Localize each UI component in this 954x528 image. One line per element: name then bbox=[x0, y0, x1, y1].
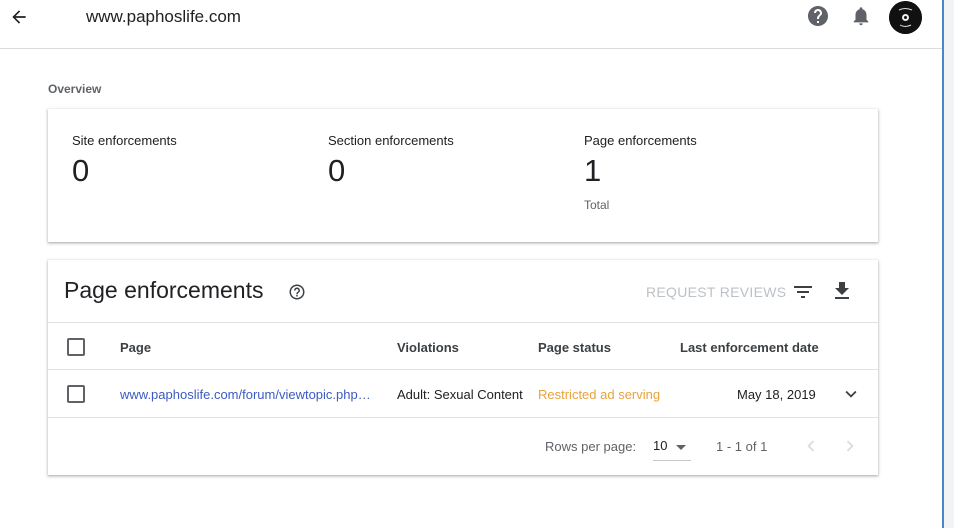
filter-button[interactable] bbox=[791, 280, 815, 304]
notifications-button[interactable] bbox=[849, 4, 873, 28]
help-outline-icon bbox=[289, 284, 305, 300]
page-enforcements-stat: Page enforcements 1 Total bbox=[584, 133, 697, 212]
stat-label: Site enforcements bbox=[72, 133, 177, 148]
next-page-button[interactable] bbox=[839, 435, 861, 457]
stat-value: 0 bbox=[328, 153, 346, 188]
rows-per-page-value: 10 bbox=[653, 438, 668, 453]
filter-list-icon bbox=[794, 286, 812, 298]
page-enforcements-title: Page enforcements bbox=[64, 277, 264, 303]
site-title: www.paphoslife.com bbox=[86, 7, 241, 26]
rows-per-page-select[interactable]: 10 bbox=[653, 437, 691, 461]
download-icon bbox=[835, 282, 849, 299]
bell-icon bbox=[853, 7, 869, 26]
select-all-checkbox[interactable] bbox=[67, 338, 85, 356]
violation-cell: Adult: Sexual Content bbox=[397, 387, 523, 402]
stat-label: Section enforcements bbox=[328, 133, 454, 148]
previous-page-button[interactable] bbox=[800, 435, 822, 457]
pagination-range: 1 - 1 of 1 bbox=[716, 439, 768, 454]
page-enforcements-card: Page enforcements REQUEST REVIEWS Page V… bbox=[48, 260, 878, 475]
column-header-page[interactable]: Page bbox=[120, 340, 151, 355]
column-header-last-enforcement-date[interactable]: Last enforcement date bbox=[680, 340, 819, 355]
expand-row-button[interactable] bbox=[840, 383, 862, 405]
overview-card: Site enforcements 0 Section enforcements… bbox=[48, 109, 878, 242]
table-row: www.paphoslife.com/forum/viewtopic.php… … bbox=[48, 370, 878, 418]
back-button[interactable] bbox=[6, 4, 32, 30]
table-header-row: Page Violations Page status Last enforce… bbox=[48, 322, 878, 370]
request-reviews-button[interactable]: REQUEST REVIEWS bbox=[646, 284, 786, 300]
help-circle-icon bbox=[808, 6, 828, 26]
avatar[interactable] bbox=[889, 1, 922, 34]
stat-label: Page enforcements bbox=[584, 133, 697, 148]
table-pagination: Rows per page: 10 1 - 1 of 1 bbox=[48, 418, 878, 475]
arrow-back-icon bbox=[12, 10, 26, 24]
chevron-right-icon bbox=[846, 440, 854, 452]
user-avatar-icon bbox=[889, 1, 922, 34]
column-header-violations[interactable]: Violations bbox=[397, 340, 459, 355]
page-status-cell: Restricted ad serving bbox=[538, 387, 661, 402]
rows-per-page-label: Rows per page: bbox=[545, 439, 637, 454]
enforcements-help-button[interactable] bbox=[288, 283, 306, 301]
site-enforcements-stat: Site enforcements 0 bbox=[72, 133, 177, 188]
download-button[interactable] bbox=[830, 279, 854, 303]
help-button[interactable] bbox=[806, 4, 830, 28]
stat-value: 0 bbox=[72, 153, 90, 188]
window-edge bbox=[942, 0, 954, 528]
chevron-left-icon bbox=[807, 440, 815, 452]
column-header-page-status[interactable]: Page status bbox=[538, 340, 611, 355]
top-app-bar: www.paphoslife.com bbox=[0, 0, 942, 49]
overview-label: Overview bbox=[48, 82, 102, 96]
stat-sub-label: Total bbox=[584, 198, 610, 212]
section-enforcements-stat: Section enforcements 0 bbox=[328, 133, 454, 188]
dropdown-arrow-icon bbox=[676, 445, 686, 450]
chevron-down-icon bbox=[845, 390, 857, 398]
stat-value: 1 bbox=[584, 153, 602, 188]
row-checkbox[interactable] bbox=[67, 385, 85, 403]
page-url-link[interactable]: www.paphoslife.com/forum/viewtopic.php… bbox=[120, 387, 371, 402]
enforcement-date-cell: May 18, 2019 bbox=[737, 387, 816, 402]
